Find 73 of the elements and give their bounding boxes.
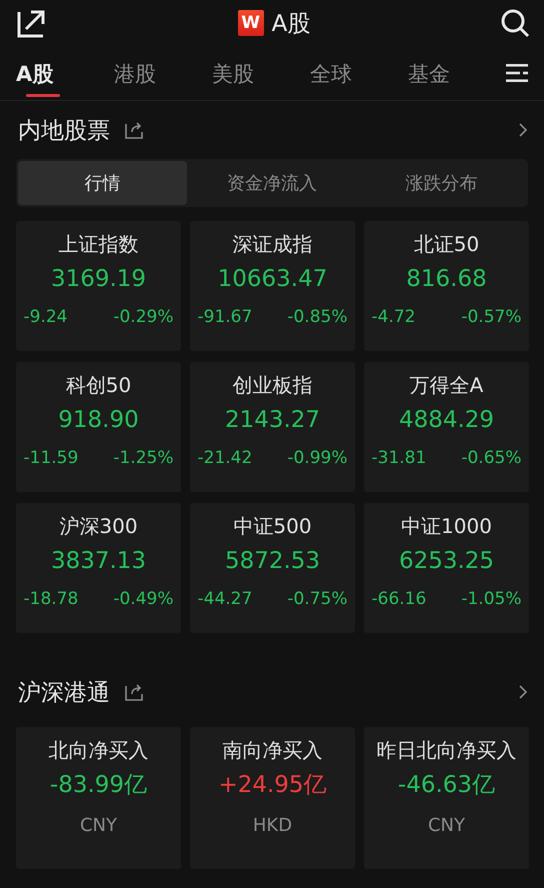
market-tab[interactable]: 美股 — [212, 52, 310, 94]
change-value: -44.27 — [198, 589, 252, 609]
flow-name: 北向净买入 — [48, 737, 148, 764]
index-value: 5872.53 — [224, 547, 320, 576]
index-card[interactable]: 万得全A 4884.29 -31.81 -0.65% — [364, 362, 529, 492]
index-name: 中证1000 — [401, 513, 492, 540]
change-value: -4.72 — [372, 307, 416, 327]
flow-name: 昨日北向净买入 — [376, 737, 516, 764]
change-percent: -0.99% — [287, 448, 348, 468]
change-percent: -0.85% — [287, 307, 348, 327]
index-value: 10663.47 — [218, 265, 328, 294]
market-tab[interactable]: 港股 — [114, 52, 212, 94]
change-percent: -0.29% — [113, 307, 174, 327]
market-tab[interactable]: A股 — [16, 52, 114, 94]
index-card[interactable]: 深证成指 10663.47 -91.67 -0.85% — [190, 221, 355, 351]
segment-tab[interactable]: 行情 — [18, 161, 188, 205]
index-name: 北证50 — [414, 231, 480, 258]
change-value: -31.81 — [372, 448, 426, 468]
segment-tab[interactable]: 涨跌分布 — [356, 161, 526, 205]
index-card[interactable]: 沪深300 3837.13 -18.78 -0.49% — [16, 503, 181, 633]
index-name: 万得全A — [410, 372, 484, 399]
flow-name: 南向净买入 — [222, 737, 322, 764]
change-percent: -0.75% — [287, 589, 348, 609]
index-name: 上证指数 — [58, 231, 138, 258]
currency-label: HKD — [252, 815, 292, 836]
index-value: 4884.29 — [398, 406, 494, 435]
index-card[interactable]: 中证500 5872.53 -44.27 -0.75% — [190, 503, 355, 633]
index-value: 3169.19 — [50, 265, 146, 294]
chevron-right-icon[interactable] — [518, 122, 528, 138]
market-tab[interactable]: 全球 — [310, 52, 408, 94]
currency-label: CNY — [428, 815, 466, 836]
change-value: -21.42 — [198, 448, 252, 468]
change-percent: -0.65% — [461, 448, 522, 468]
index-name: 中证500 — [233, 513, 312, 540]
index-card[interactable]: 中证1000 6253.25 -66.16 -1.05% — [364, 503, 529, 633]
flow-card[interactable]: 北向净买入 -83.99亿 CNY — [16, 727, 181, 869]
index-value: 918.90 — [58, 406, 139, 435]
flow-card[interactable]: 昨日北向净买入 -46.63亿 CNY — [364, 727, 529, 869]
change-percent: -1.05% — [461, 589, 522, 609]
index-name: 创业板指 — [232, 372, 312, 399]
index-name: 科创50 — [66, 372, 132, 399]
section-title: 沪深港通 — [18, 678, 110, 708]
chevron-right-icon[interactable] — [518, 684, 528, 700]
change-value: -91.67 — [198, 307, 252, 327]
change-value: -66.16 — [372, 589, 426, 609]
change-percent: -0.49% — [113, 589, 174, 609]
index-value: 3837.13 — [50, 547, 146, 576]
index-card[interactable]: 北证50 816.68 -4.72 -0.57% — [364, 221, 529, 351]
index-card[interactable]: 创业板指 2143.27 -21.42 -0.99% — [190, 362, 355, 492]
currency-label: CNY — [80, 815, 118, 836]
index-name: 沪深300 — [59, 513, 138, 540]
index-value: 2143.27 — [224, 406, 320, 435]
flow-value: -83.99亿 — [50, 771, 148, 800]
search-icon[interactable] — [500, 8, 530, 38]
index-name: 深证成指 — [232, 231, 312, 258]
change-percent: -0.57% — [461, 307, 522, 327]
flow-value: +24.95亿 — [218, 771, 327, 800]
index-card[interactable]: 上证指数 3169.19 -9.24 -0.29% — [16, 221, 181, 351]
index-value: 816.68 — [406, 265, 487, 294]
section-title: 内地股票 — [18, 116, 110, 146]
change-value: -18.78 — [24, 589, 78, 609]
menu-icon[interactable] — [506, 64, 528, 82]
page-title: A股 — [272, 10, 310, 38]
index-card[interactable]: 科创50 918.90 -11.59 -1.25% — [16, 362, 181, 492]
change-value: -11.59 — [24, 448, 78, 468]
change-value: -9.24 — [24, 307, 68, 327]
flow-value: -46.63亿 — [398, 771, 496, 800]
segment-tab[interactable]: 资金净流入 — [187, 161, 357, 205]
change-percent: -1.25% — [113, 448, 174, 468]
market-tab[interactable]: 基金 — [408, 52, 506, 94]
index-value: 6253.25 — [398, 547, 494, 576]
app-logo: W — [238, 10, 264, 36]
flow-card[interactable]: 南向净买入 +24.95亿 HKD — [190, 727, 355, 869]
